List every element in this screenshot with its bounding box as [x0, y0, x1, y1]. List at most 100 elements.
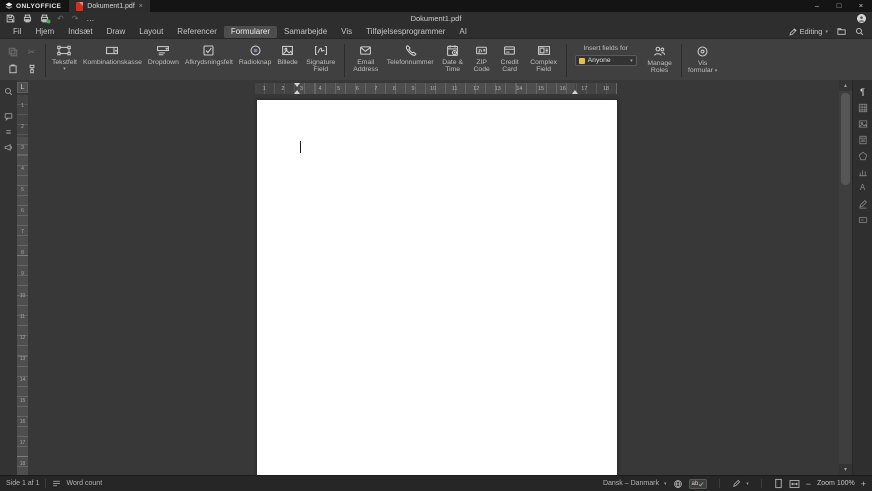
email-address-field-button[interactable]: Email Address	[348, 41, 384, 80]
caret-down-icon: ▾	[715, 68, 718, 74]
language-selector[interactable]: Dansk – Danmark ▾	[603, 480, 667, 487]
feedback-button[interactable]	[4, 143, 13, 152]
tab-samarbejde[interactable]: Samarbejde	[277, 26, 334, 38]
role-select[interactable]: Anyone ▾	[575, 55, 637, 66]
redo-button[interactable]: ↷	[72, 15, 79, 23]
image-settings-icon[interactable]	[858, 119, 868, 129]
spell-check-toggle[interactable]: ab	[689, 479, 708, 489]
app-brand: ONLYOFFICE	[0, 0, 69, 12]
document-page[interactable]	[257, 100, 617, 475]
checkbox-field-button[interactable]: Afkrydsningsfelt	[182, 41, 236, 80]
date-time-field-button[interactable]: Date & Time	[437, 41, 469, 80]
tab-referencer[interactable]: Referencer	[170, 26, 224, 38]
caret-down-icon: ▾	[746, 481, 749, 487]
document-tab-label: Dokument1.pdf	[87, 3, 134, 10]
tab-hjem[interactable]: Hjem	[28, 26, 61, 38]
zoom-out-button[interactable]: −	[806, 479, 811, 489]
copy-button[interactable]	[6, 46, 19, 59]
view-form-button[interactable]: Vis formular ▾	[685, 41, 721, 80]
open-file-location-button[interactable]	[837, 27, 846, 36]
copy-style-button[interactable]	[25, 63, 38, 76]
form-settings-icon[interactable]	[858, 215, 868, 225]
ribbon-tab-bar: Fil Hjem Indsæt Draw Layout Referencer F…	[0, 25, 872, 38]
zoom-in-button[interactable]: +	[861, 479, 866, 489]
word-count-button[interactable]: Word count	[52, 479, 102, 488]
table-settings-icon[interactable]	[858, 103, 868, 113]
chevron-down-icon: ▾	[825, 29, 828, 35]
phone-number-field-button[interactable]: Telefonnummer	[384, 41, 437, 80]
image-field-button[interactable]: Billede	[274, 41, 300, 80]
pen-tool-dropdown[interactable]: ▾	[732, 479, 749, 488]
comments-panel-button[interactable]	[4, 112, 13, 121]
signature-settings-icon[interactable]	[858, 199, 868, 209]
spell-check-icon: ab	[692, 481, 699, 487]
customize-quick-access-button[interactable]: …	[86, 15, 94, 23]
page-indicator[interactable]: Side 1 af 1	[6, 480, 39, 487]
pdf-file-icon	[76, 2, 83, 11]
radio-button-field-button[interactable]: Radioknap	[236, 41, 275, 80]
minimize-button[interactable]: –	[806, 0, 828, 12]
text-art-settings-icon[interactable]: A	[860, 183, 865, 193]
close-button[interactable]: ×	[850, 0, 872, 12]
tab-layout[interactable]: Layout	[132, 26, 170, 38]
shape-settings-icon[interactable]	[858, 151, 868, 161]
caret-down-icon: ▾	[63, 68, 66, 71]
window-controls: – □ ×	[806, 0, 872, 12]
paste-button[interactable]	[6, 63, 19, 76]
search-button[interactable]	[855, 27, 864, 36]
user-avatar[interactable]	[857, 14, 866, 23]
word-count-label: Word count	[66, 480, 102, 487]
tab-vis[interactable]: Vis	[334, 26, 359, 38]
header-footer-settings-icon[interactable]	[858, 135, 868, 145]
horizontal-ruler[interactable]: 123456789101112131415161718	[255, 83, 617, 94]
credit-card-field-button[interactable]: Credit Card	[495, 41, 525, 80]
cut-button[interactable]: ✂	[25, 46, 38, 59]
tab-stop-selector[interactable]: L	[17, 82, 28, 93]
zoom-level[interactable]: Zoom 100%	[817, 480, 855, 487]
set-language-globe-icon[interactable]	[673, 479, 683, 489]
save-button[interactable]	[6, 14, 15, 23]
tab-draw[interactable]: Draw	[100, 26, 133, 38]
tab-indsaet[interactable]: Indsæt	[61, 26, 99, 38]
print-button[interactable]	[23, 14, 32, 23]
forms-toolbar: ✂ Tekstfelt ▾ Kombinationskasse Dropdown…	[0, 38, 872, 80]
pen-icon	[732, 479, 741, 488]
vertical-ruler[interactable]: 123456789101112131415161718	[17, 95, 28, 475]
tab-formularer[interactable]: Formularer	[224, 26, 277, 38]
manage-roles-button[interactable]: Manage Roles	[642, 41, 678, 80]
scroll-up-button[interactable]: ▴	[839, 80, 852, 91]
tab-fil[interactable]: Fil	[6, 26, 28, 38]
fit-width-button[interactable]	[789, 479, 800, 489]
scrollbar-thumb[interactable]	[841, 93, 850, 185]
right-indent-marker[interactable]	[572, 90, 578, 94]
maximize-button[interactable]: □	[828, 0, 850, 12]
combo-box-button[interactable]: Kombinationskasse	[80, 41, 145, 80]
quick-access-bar: ↶ ↷ … Dokument1.pdf	[0, 12, 872, 25]
tab-ai[interactable]: AI	[452, 26, 474, 38]
tab-tilfojelsesprogrammer[interactable]: Tilføjelsesprogrammer	[359, 26, 452, 38]
editing-mode-dropdown[interactable]: Editing ▾	[789, 27, 828, 36]
scroll-down-button[interactable]: ▾	[839, 464, 852, 475]
dropdown-field-button[interactable]: Dropdown	[145, 41, 182, 80]
quick-print-button[interactable]	[40, 14, 49, 23]
text-field-button[interactable]: Tekstfelt ▾	[49, 41, 80, 80]
left-indent-marker[interactable]	[294, 90, 300, 94]
document-tab[interactable]: Dokument1.pdf ×	[69, 0, 150, 12]
signature-field-button[interactable]: Signature Field	[301, 41, 341, 80]
insert-fields-for-group: Insert fields for Anyone ▾	[570, 41, 642, 80]
search-panel-button[interactable]	[4, 87, 13, 96]
fit-page-button[interactable]	[774, 478, 783, 489]
first-line-indent-marker[interactable]	[294, 83, 300, 87]
navigation-panel-button[interactable]: ≡	[6, 127, 11, 137]
titlebar: ONLYOFFICE Dokument1.pdf × – □ ×	[0, 0, 872, 12]
chart-settings-icon[interactable]	[858, 167, 868, 177]
paragraph-settings-icon[interactable]: ¶	[860, 87, 865, 97]
editing-mode-label: Editing	[800, 27, 823, 36]
undo-button[interactable]: ↶	[57, 15, 64, 23]
clipboard-group: ✂	[2, 46, 42, 76]
zip-code-field-button[interactable]: ZIP Code	[469, 41, 495, 80]
complex-field-button[interactable]: Complex Field	[525, 41, 563, 80]
vertical-scrollbar[interactable]: ▴ ▾	[839, 80, 852, 475]
work-area: ≡ L 123456789101112131415161718 12345678…	[0, 80, 872, 475]
tab-close-icon[interactable]: ×	[139, 3, 143, 10]
